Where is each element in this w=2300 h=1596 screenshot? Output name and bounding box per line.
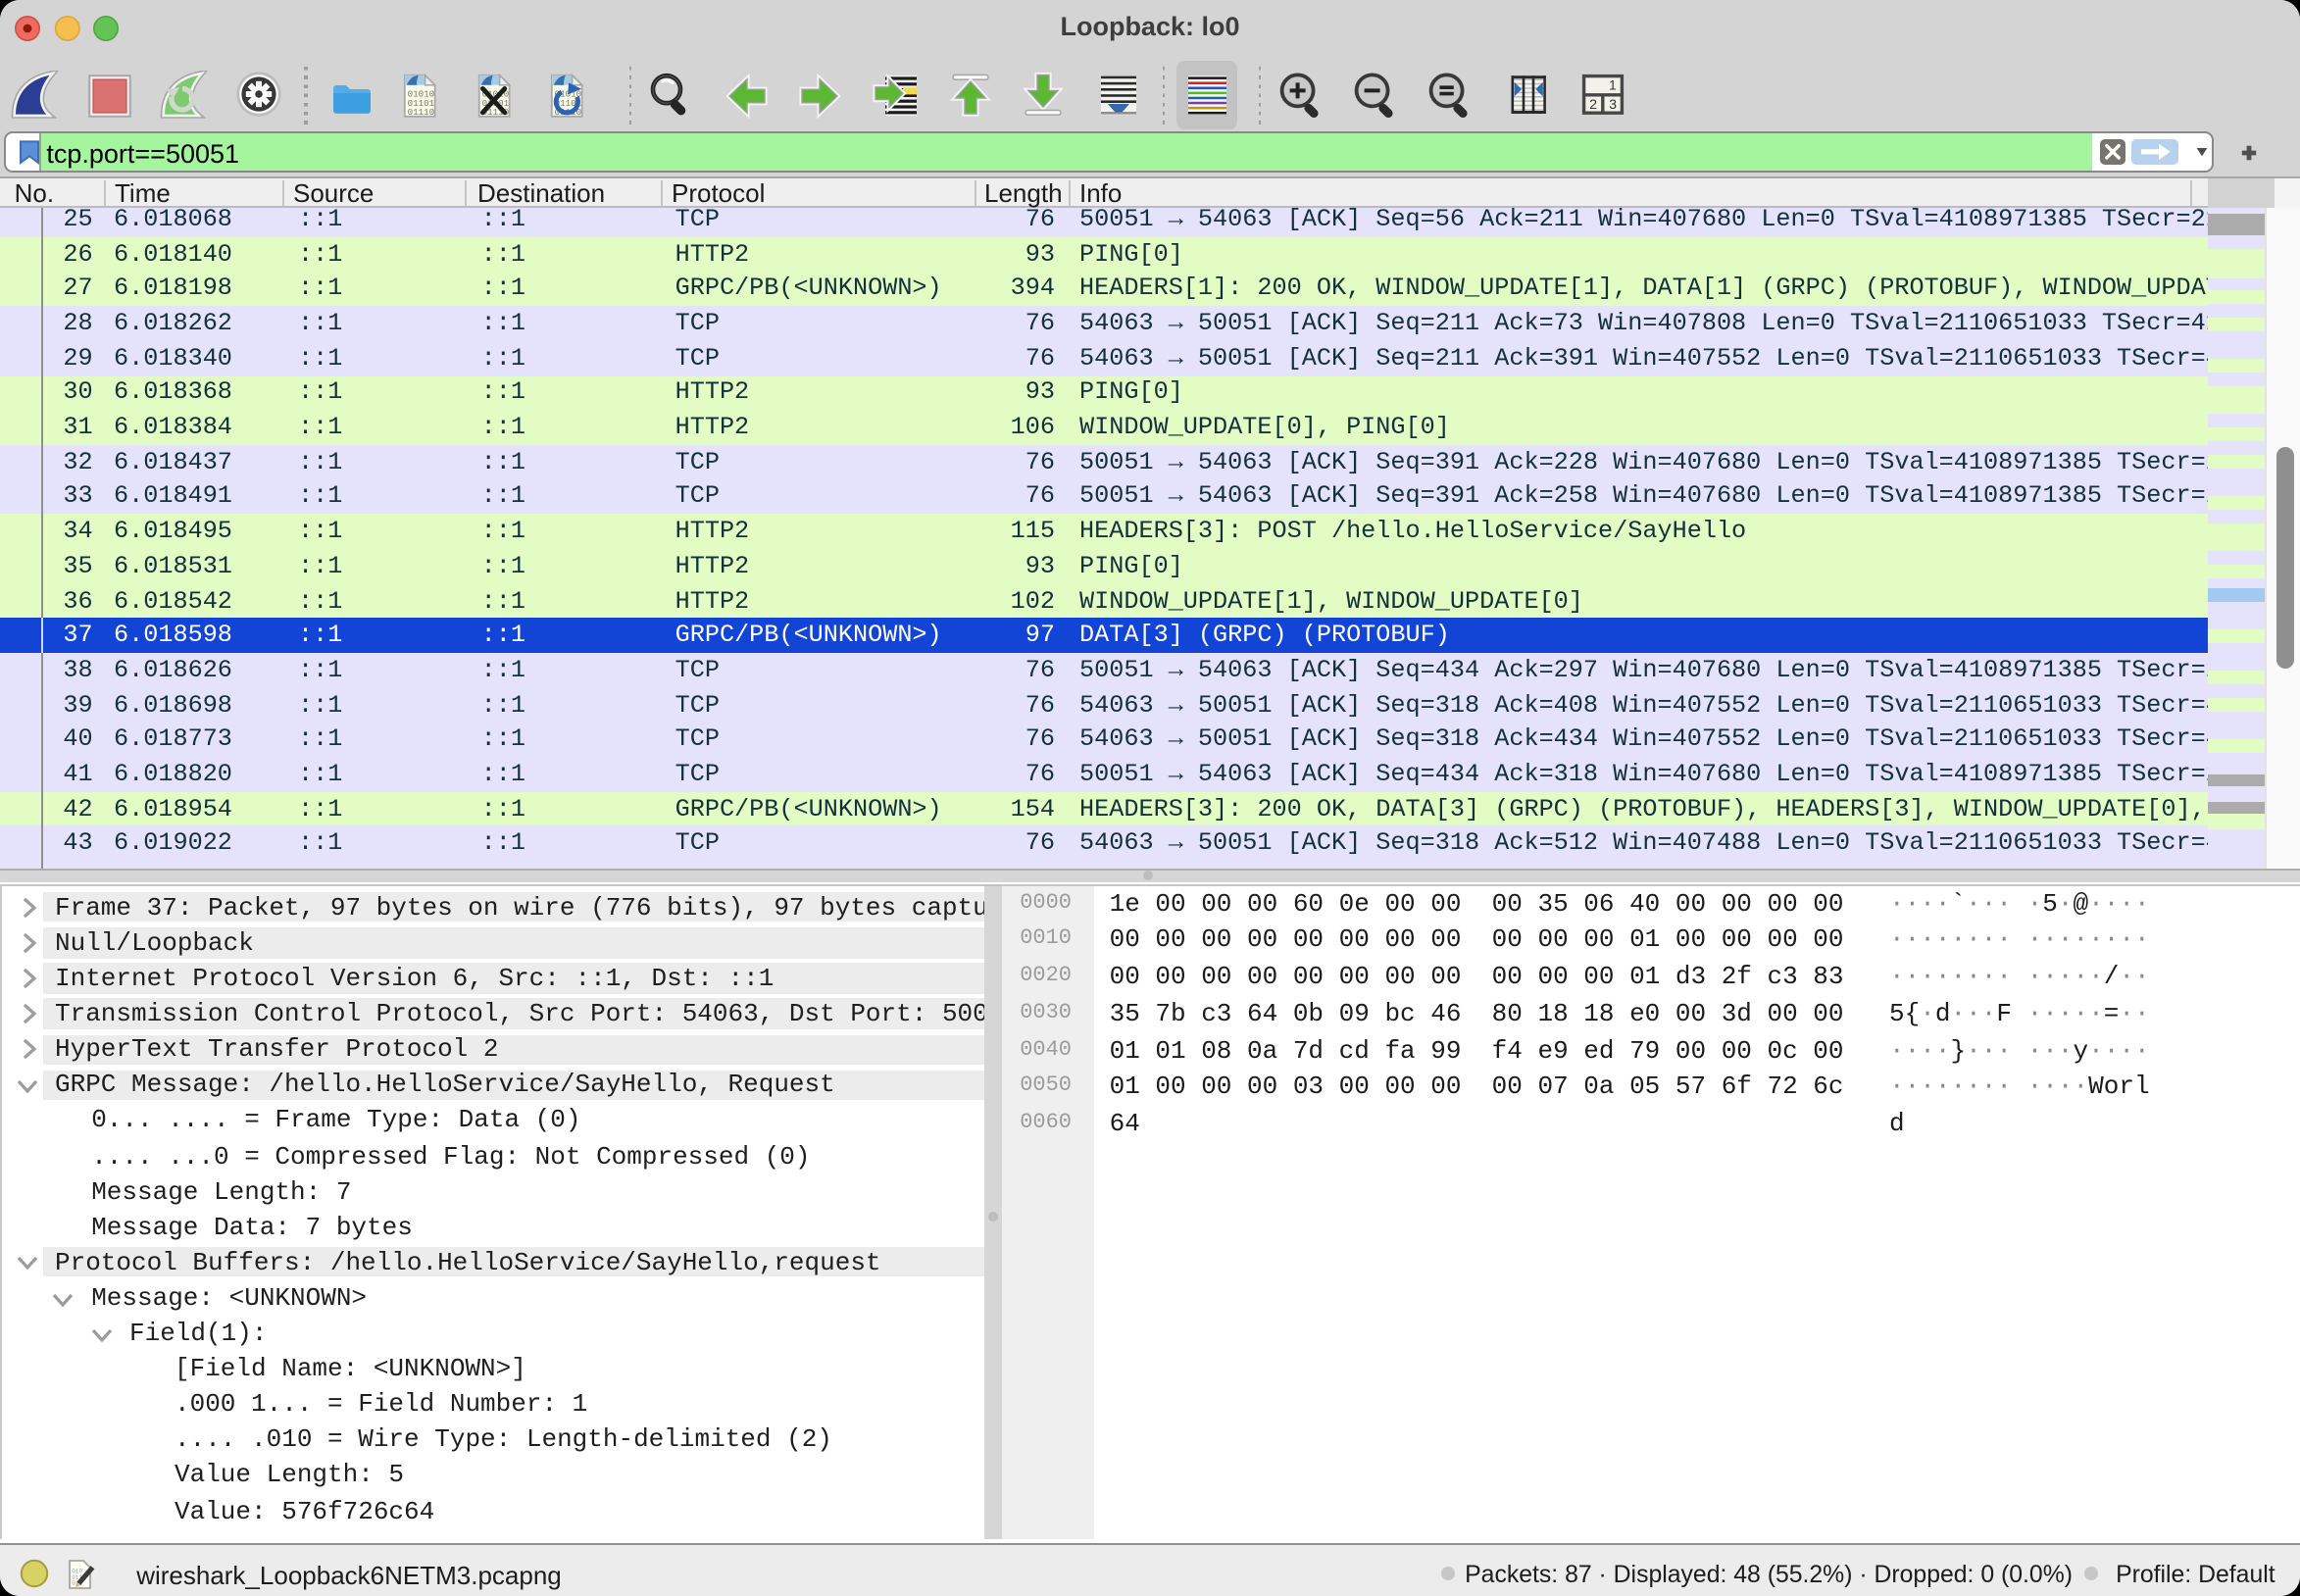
svg-text:01110: 01110 bbox=[407, 106, 434, 117]
svg-text:3: 3 bbox=[1609, 96, 1617, 112]
svg-text:1: 1 bbox=[1609, 77, 1617, 93]
svg-text:2: 2 bbox=[1589, 96, 1597, 112]
